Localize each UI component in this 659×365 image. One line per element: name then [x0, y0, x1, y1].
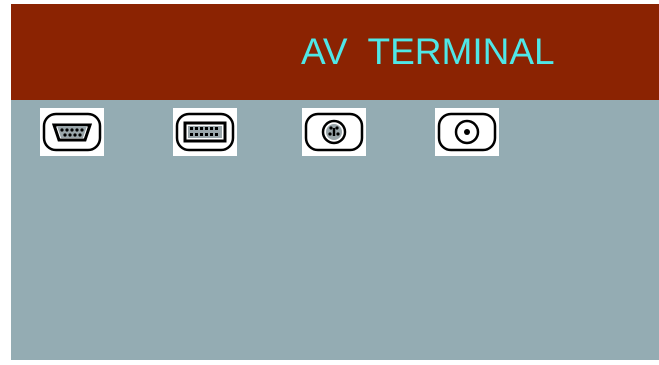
page-title: AV TERMINAL	[301, 31, 555, 72]
header-bar: AV TERMINAL	[11, 4, 659, 100]
composite-port-button[interactable]	[435, 108, 499, 156]
av-terminal-screen: AV TERMINAL	[11, 4, 659, 360]
composite-video-connector-icon	[437, 112, 497, 152]
vga-port-button[interactable]	[40, 108, 104, 156]
vga-connector-icon	[42, 112, 102, 152]
s-video-port-button[interactable]	[302, 108, 366, 156]
dvi-connector-icon	[175, 112, 235, 152]
s-video-connector-icon	[304, 112, 364, 152]
dvi-port-button[interactable]	[173, 108, 237, 156]
